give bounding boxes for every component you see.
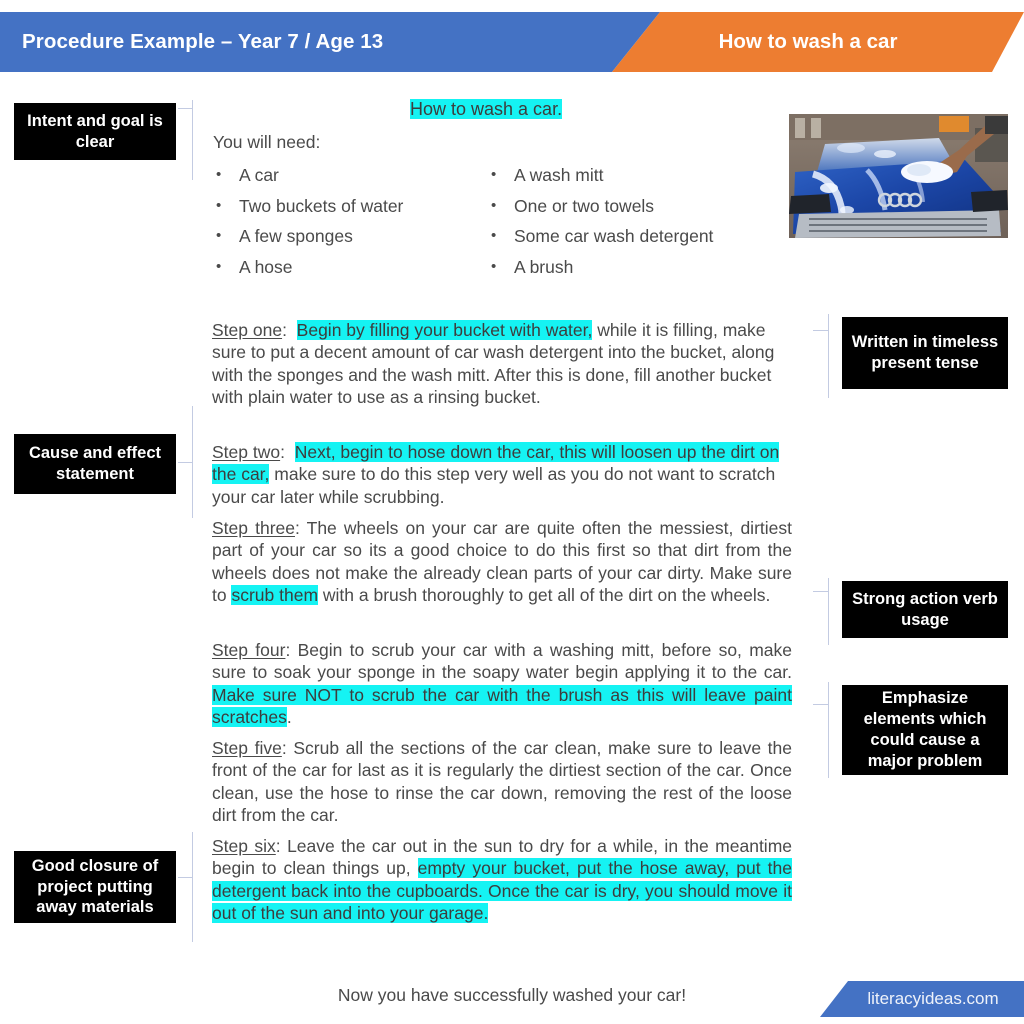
step-body: Begin to scrub your car with a washing m…	[212, 640, 792, 683]
callout-text: Emphasize elements which could cause a m…	[863, 689, 987, 770]
callout-good-closure: Good closure of project putting away mat…	[14, 851, 176, 923]
connector-intent-and-goal	[178, 100, 208, 180]
step-body: Scrub all the sections of the car clean,…	[212, 738, 792, 826]
callout-cause-and-effect: Cause and effect statement	[14, 434, 176, 494]
step-label: Step four	[212, 640, 286, 660]
callout-strong-action-verb: Strong action verb usage	[842, 581, 1008, 638]
banner-left-title: Procedure Example – Year 7 / Age 13	[22, 30, 384, 53]
step-label: Step five	[212, 738, 282, 758]
step-body-tail: .	[286, 707, 292, 728]
list-item: Two buckets of water	[213, 191, 403, 222]
list-item: A car	[213, 160, 403, 191]
step-colon: :	[280, 442, 285, 462]
materials-list-right: A wash mitt One or two towels Some car w…	[488, 160, 713, 282]
connector-tick	[178, 108, 193, 109]
list-item: Some car wash detergent	[488, 221, 713, 252]
step-colon: :	[282, 320, 287, 340]
connector-vertical	[828, 682, 829, 778]
step-body-tail: with a brush thoroughly to get all of th…	[318, 585, 771, 606]
connector-emphasize-elements	[813, 682, 843, 778]
step-four: Step four: Begin to scrub your car with …	[212, 639, 792, 729]
step-five: Step five: Scrub all the sections of the…	[212, 737, 792, 827]
callout-text: Good closure of project putting away mat…	[31, 856, 159, 917]
callout-text: Cause and effect statement	[28, 444, 162, 483]
connector-strong-action-verb	[813, 578, 843, 645]
step-label: Step one	[212, 320, 283, 340]
connector-vertical	[192, 100, 193, 180]
callout-text: Intent and goal is clear	[27, 111, 163, 151]
document-title-text: How to wash a car.	[410, 99, 563, 119]
car-wash-photo	[789, 114, 1008, 238]
callout-intent-and-goal: Intent and goal is clear	[14, 103, 176, 160]
connector-good-closure	[178, 832, 208, 942]
material-label: A hose	[239, 256, 293, 277]
connector-vertical	[828, 578, 829, 645]
footer-brand-label: literacyideas.com	[867, 989, 999, 1008]
step-label: Step two	[212, 442, 281, 462]
list-item: A brush	[488, 252, 713, 283]
material-label: One or two towels	[514, 195, 655, 216]
list-item: A wash mitt	[488, 160, 713, 191]
material-label: A brush	[514, 256, 574, 277]
connector-tick	[813, 330, 828, 331]
material-label: A few sponges	[239, 226, 353, 246]
list-item: A hose	[213, 252, 403, 283]
banner-right-title: How to wash a car	[718, 30, 898, 53]
connector-tick	[178, 462, 193, 463]
step-highlight: Make sure NOT to scrub the car with the …	[212, 684, 792, 728]
material-label: A wash mitt	[514, 165, 604, 185]
connector-timeless-present-tense	[813, 314, 843, 398]
connector-tick	[813, 591, 828, 592]
car-wash-photo-graphic	[789, 114, 1008, 238]
materials-list-left: A car Two buckets of water A few sponges…	[213, 160, 403, 282]
step-label: Step six	[212, 836, 276, 856]
step-highlight: scrub them	[231, 585, 319, 606]
material-label: Some car wash detergent	[514, 226, 714, 246]
document-title: How to wash a car.	[410, 99, 563, 120]
material-label: A car	[239, 165, 279, 185]
callout-timeless-present-tense: Written in timeless present tense	[842, 317, 1008, 389]
material-label: Two buckets of water	[239, 195, 404, 216]
connector-cause-and-effect	[178, 406, 208, 518]
step-six: Step six: Leave the car out in the sun t…	[212, 835, 792, 925]
connector-vertical	[192, 832, 193, 942]
step-label: Step three	[212, 518, 295, 538]
callout-text: Written in timeless present tense	[851, 333, 999, 372]
list-item: A few sponges	[213, 221, 403, 252]
step-three: Step three: The wheels on your car are q…	[212, 517, 792, 607]
list-item: One or two towels	[488, 191, 713, 222]
connector-tick	[813, 704, 828, 705]
step-two: Step two: Next, begin to hose down the c…	[212, 441, 792, 508]
connector-tick	[178, 877, 193, 878]
step-one: Step one: Begin by filling your bucket w…	[212, 319, 792, 409]
callout-emphasize-elements: Emphasize elements which could cause a m…	[842, 685, 1008, 775]
step-body: make sure to do this step very well as y…	[212, 464, 776, 507]
footer-brand-tag: literacyideas.com	[820, 981, 1024, 1017]
step-highlight: Begin by filling your bucket with water,	[296, 320, 593, 340]
connector-vertical	[828, 314, 829, 398]
header-banner: Procedure Example – Year 7 / Age 13 How …	[0, 12, 1024, 72]
materials-heading: You will need:	[213, 132, 321, 152]
callout-text: Strong action verb usage	[852, 589, 998, 629]
